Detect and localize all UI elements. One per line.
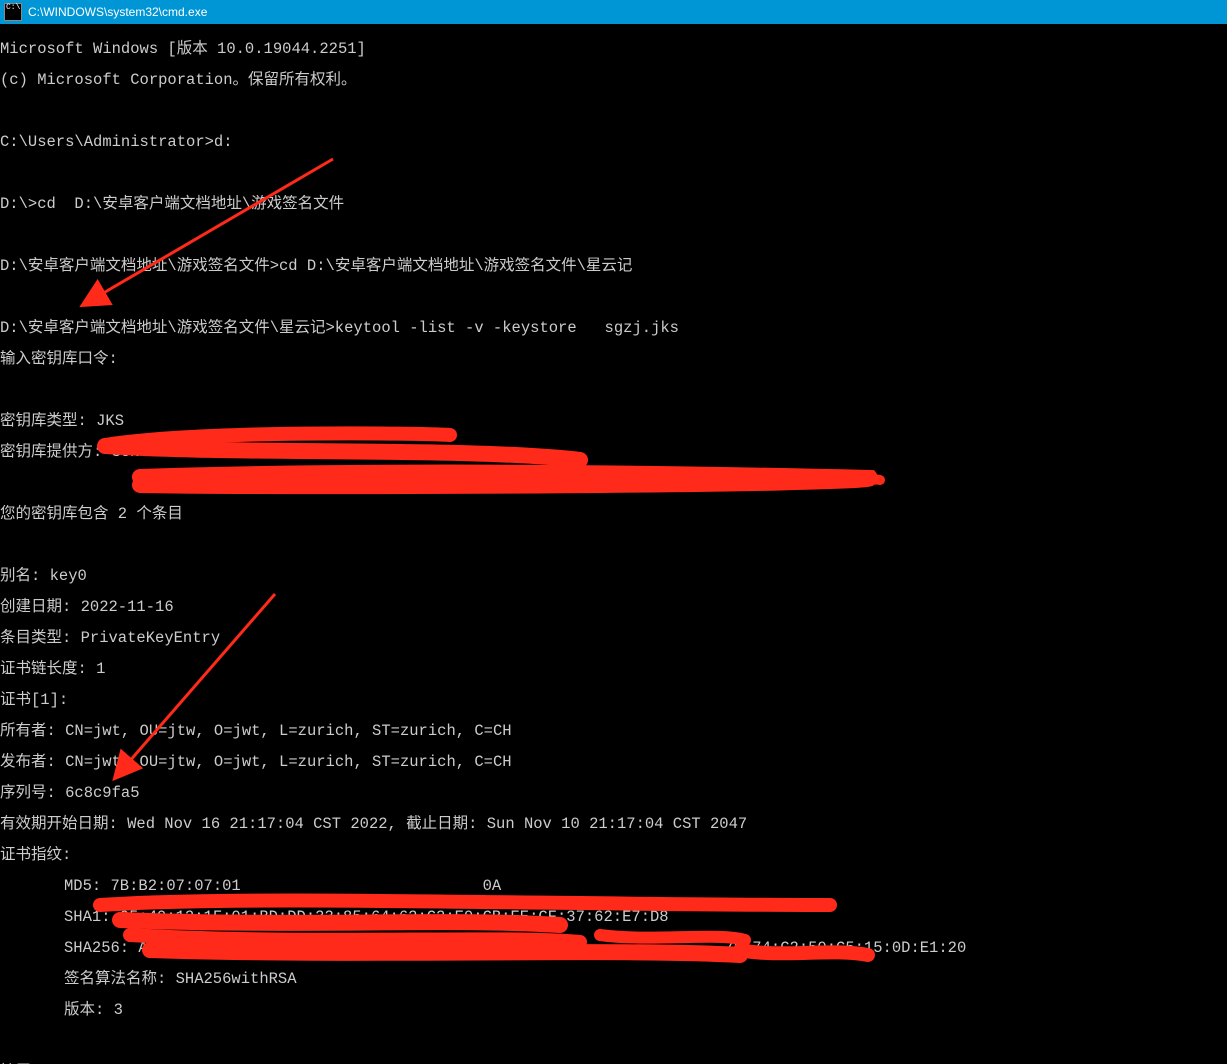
prompt-line: C:\Users\Administrator>d: — [0, 135, 1227, 151]
line: 所有者: CN=jwt, OU=jtw, O=jwt, L=zurich, ST… — [0, 724, 1227, 740]
line: 证书[1]: — [0, 693, 1227, 709]
line: 有效期开始日期: Wed Nov 16 21:17:04 CST 2022, 截… — [0, 817, 1227, 833]
blank-line — [0, 383, 1227, 399]
prompt-line: D:\安卓客户端文档地址\游戏签名文件>cd D:\安卓客户端文档地址\游戏签名… — [0, 259, 1227, 275]
blank-line — [0, 290, 1227, 306]
blank-line — [0, 104, 1227, 120]
prompt-line: D:\安卓客户端文档地址\游戏签名文件\星云记>keytool -list -v… — [0, 321, 1227, 337]
line: 版本: 3 — [0, 1003, 1227, 1019]
line: 输入密钥库口令: — [0, 352, 1227, 368]
alias-line: 别名: key0 — [0, 569, 1227, 585]
blank-line — [0, 538, 1227, 554]
terminal-output[interactable]: Microsoft Windows [版本 10.0.19044.2251] (… — [0, 24, 1227, 1064]
line: 发布者: CN=jwt, OU=jtw, O=jwt, L=zurich, ST… — [0, 755, 1227, 771]
blank-line — [0, 166, 1227, 182]
line: 密钥库提供方: SUN — [0, 445, 1227, 461]
md5-line: MD5: 7B:B2:07:07:01 0A — [0, 879, 1227, 895]
sha1-line: SHA1: 05:49:12:1F:01:BD:DD:33:85:64:62:C… — [0, 910, 1227, 926]
window-title: C:\WINDOWS\system32\cmd.exe — [28, 0, 207, 24]
blank-line — [0, 1034, 1227, 1050]
blank-line — [0, 228, 1227, 244]
sha256-line: SHA256: AD:EF:D9:48:65:00:19:01:0B:BB 7D… — [0, 941, 1227, 957]
prompt-line: D:\>cd D:\安卓客户端文档地址\游戏签名文件 — [0, 197, 1227, 213]
cmd-icon — [4, 3, 22, 21]
line: 创建日期: 2022-11-16 — [0, 600, 1227, 616]
line: (c) Microsoft Corporation。保留所有权利。 — [0, 73, 1227, 89]
blank-line — [0, 476, 1227, 492]
line: 签名算法名称: SHA256withRSA — [0, 972, 1227, 988]
line: 证书链长度: 1 — [0, 662, 1227, 678]
line: 证书指纹: — [0, 848, 1227, 864]
line: 序列号: 6c8c9fa5 — [0, 786, 1227, 802]
line: 条目类型: PrivateKeyEntry — [0, 631, 1227, 647]
line: 密钥库类型: JKS — [0, 414, 1227, 430]
line: 您的密钥库包含 2 个条目 — [0, 507, 1227, 523]
window-titlebar[interactable]: C:\WINDOWS\system32\cmd.exe — [0, 0, 1227, 24]
line: Microsoft Windows [版本 10.0.19044.2251] — [0, 42, 1227, 58]
